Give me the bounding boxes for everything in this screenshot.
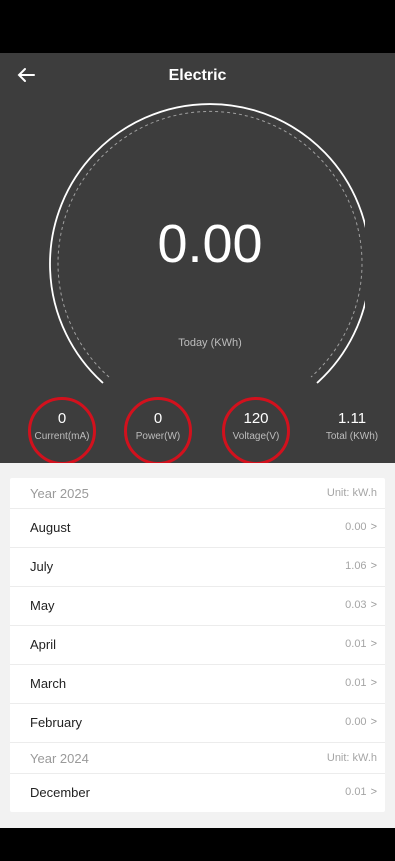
unit-label: Unit: kW.h	[326, 752, 377, 764]
month-value: 1.06	[345, 560, 367, 572]
year-header-2025: Year 2025 Unit: kW.h	[10, 478, 385, 509]
month-row-march[interactable]: March 0.01 >	[10, 665, 385, 704]
chevron-right-icon: >	[370, 560, 377, 572]
month-name: May	[30, 598, 55, 613]
month-row-february[interactable]: February 0.00 >	[10, 704, 385, 743]
month-name: February	[30, 715, 83, 730]
metric-current: 0 Current(mA)	[22, 410, 102, 442]
month-row-may[interactable]: May 0.03 >	[10, 587, 385, 626]
page-title: Electric	[168, 67, 227, 84]
month-value: 0.00	[345, 716, 367, 728]
today-label: Today (KWh)	[178, 337, 242, 349]
current-label: Current(mA)	[34, 431, 90, 442]
month-name: December	[30, 785, 90, 800]
chevron-right-icon: >	[370, 521, 377, 533]
month-name: August	[30, 520, 71, 535]
power-value: 0	[153, 410, 163, 427]
total-value: 1.11	[337, 410, 367, 427]
month-name: March	[30, 676, 67, 691]
metric-total: 1.11 Total (KWh)	[312, 410, 392, 442]
metric-power: 0 Power(W)	[118, 410, 198, 442]
chevron-right-icon: >	[370, 786, 377, 798]
month-name: April	[30, 637, 57, 652]
navigation-bar	[0, 828, 395, 861]
month-value: 0.01	[345, 677, 367, 689]
chevron-right-icon: >	[370, 599, 377, 611]
total-label: Total (KWh)	[325, 431, 379, 442]
monthly-history-list: Year 2025 Unit: kW.h August 0.00 > July 1…	[10, 478, 385, 812]
year-header-2024: Year 2024 Unit: kW.h	[10, 743, 385, 774]
month-value: 0.01	[345, 638, 367, 650]
month-row-august[interactable]: August 0.00 >	[10, 509, 385, 548]
chevron-right-icon: >	[370, 638, 377, 650]
power-label: Power(W)	[135, 431, 181, 442]
month-row-july[interactable]: July 1.06 >	[10, 548, 385, 587]
chevron-right-icon: >	[370, 716, 377, 728]
month-value: 0.03	[345, 599, 367, 611]
today-value: 0.00	[157, 214, 263, 274]
voltage-label: Voltage(V)	[232, 431, 280, 442]
unit-label: Unit: kW.h	[326, 487, 377, 499]
year-label: Year 2025	[30, 486, 89, 501]
status-bar	[0, 0, 395, 53]
month-value: 0.01	[345, 786, 367, 798]
month-name: July	[30, 559, 54, 574]
voltage-value: 120	[243, 410, 269, 427]
chevron-right-icon: >	[370, 677, 377, 689]
month-row-december[interactable]: December 0.01 >	[10, 774, 385, 812]
year-label: Year 2024	[30, 751, 89, 766]
month-row-april[interactable]: April 0.01 >	[10, 626, 385, 665]
metric-voltage: 120 Voltage(V)	[216, 410, 296, 442]
current-value: 0	[57, 410, 67, 427]
month-value: 0.00	[345, 521, 367, 533]
